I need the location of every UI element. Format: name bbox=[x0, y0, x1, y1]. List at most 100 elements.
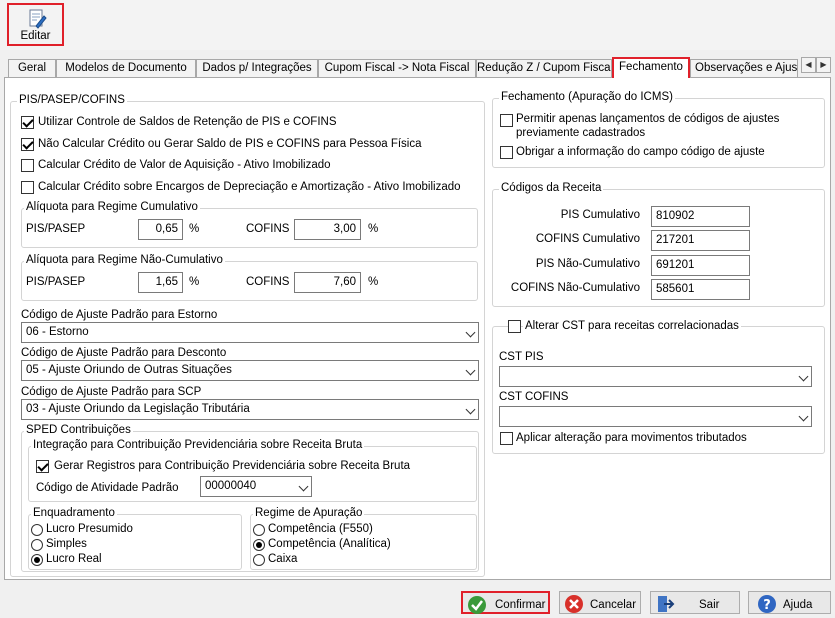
cst-pis-select[interactable] bbox=[499, 366, 812, 387]
lucro-presumido-radio[interactable] bbox=[31, 524, 43, 536]
tab-fechamento[interactable]: Fechamento bbox=[612, 57, 690, 78]
cancel-button[interactable]: Cancelar bbox=[559, 591, 641, 614]
ncum-pis-label: PIS/PASEP bbox=[26, 276, 86, 288]
cofins-nao-cumulativo-input[interactable]: 585601 bbox=[651, 279, 750, 300]
atividade-label: Código de Atividade Padrão bbox=[36, 482, 179, 494]
tab-geral[interactable]: Geral bbox=[8, 59, 56, 77]
tab-modelos-documento[interactable]: Modelos de Documento bbox=[56, 59, 196, 77]
aplicar-alteracao-label: Aplicar alteração para movimentos tribut… bbox=[516, 432, 747, 444]
fechamento-icms-title: Fechamento (Apuração do ICMS) bbox=[499, 91, 675, 103]
estorno-label: Código de Ajuste Padrão para Estorno bbox=[21, 309, 218, 321]
cst-cofins-select[interactable] bbox=[499, 406, 812, 427]
fechamento-panel: PIS/PASEP/COFINS Utilizar Controle de Sa… bbox=[4, 77, 831, 580]
competencia-f550-label: Competência (F550) bbox=[268, 523, 373, 535]
pis-cofins-title: PIS/PASEP/COFINS bbox=[17, 94, 127, 106]
estorno-select[interactable]: 06 - Estorno bbox=[21, 322, 479, 343]
alterar-cst-group: Alterar CST para receitas correlacionada… bbox=[492, 320, 825, 454]
exit-label: Sair bbox=[699, 599, 720, 611]
edit-label: Editar bbox=[20, 30, 51, 42]
enquadramento-title: Enquadramento bbox=[31, 507, 117, 519]
pis-nao-cumulativo-label: PIS Não-Cumulativo bbox=[535, 258, 640, 270]
edit-button[interactable]: Editar bbox=[7, 3, 64, 46]
ncum-cofins-label: COFINS bbox=[246, 276, 290, 288]
codigos-receita-group: Códigos da Receita PIS Cumulativo 810902… bbox=[492, 182, 825, 307]
tab-scroll: ◀ ▶ bbox=[801, 57, 831, 73]
regime-cumulativo-group: Alíquota para Regime Cumulativo PIS/PASE… bbox=[21, 201, 478, 248]
caixa-radio[interactable] bbox=[253, 554, 265, 566]
credito-aquisicao-checkbox[interactable] bbox=[21, 159, 34, 172]
lucro-real-radio[interactable] bbox=[31, 554, 43, 566]
gerar-registros-label: Gerar Registros para Contribuição Previd… bbox=[54, 460, 411, 472]
chevron-down-icon bbox=[465, 404, 476, 415]
tab-cupom-nota[interactable]: Cupom Fiscal -> Nota Fiscal bbox=[318, 59, 476, 77]
controle-saldos-label: Utilizar Controle de Saldos de Retenção … bbox=[38, 116, 337, 128]
competencia-analitica-label: Competência (Analítica) bbox=[268, 538, 391, 550]
ncum-pis-input[interactable]: 1,65 bbox=[138, 272, 183, 293]
credito-depreciacao-checkbox[interactable] bbox=[21, 181, 34, 194]
cst-pis-label: CST PIS bbox=[499, 351, 544, 363]
gerar-registros-checkbox[interactable] bbox=[36, 460, 49, 473]
desconto-select[interactable]: 05 - Ajuste Oriundo de Outras Situações bbox=[21, 360, 479, 381]
edit-icon bbox=[27, 9, 47, 32]
ncum-cofins-input[interactable]: 7,60 bbox=[294, 272, 361, 293]
confirm-button[interactable]: Confirmar bbox=[461, 591, 550, 614]
alterar-cst-checkbox[interactable] bbox=[508, 320, 521, 333]
competencia-analitica-radio[interactable] bbox=[253, 539, 265, 551]
codigos-receita-title: Códigos da Receita bbox=[499, 182, 604, 194]
check-icon bbox=[467, 595, 487, 618]
pis-nao-cumulativo-input[interactable]: 691201 bbox=[651, 255, 750, 276]
confirm-label: Confirmar bbox=[495, 599, 546, 611]
help-label: Ajuda bbox=[783, 599, 813, 611]
exit-button[interactable]: Sair bbox=[650, 591, 740, 614]
svg-text:?: ? bbox=[763, 598, 771, 613]
atividade-select[interactable]: 00000040 bbox=[200, 476, 312, 497]
pis-cumulativo-label: PIS Cumulativo bbox=[560, 209, 640, 221]
cofins-cumulativo-input[interactable]: 217201 bbox=[651, 230, 750, 251]
scp-label: Código de Ajuste Padrão para SCP bbox=[21, 386, 202, 398]
scp-value: 03 - Ajuste Oriundo da Legislação Tribut… bbox=[26, 403, 250, 415]
ncum-cofins-unit: % bbox=[368, 276, 379, 288]
credito-aquisicao-label: Calcular Crédito de Valor de Aquisição -… bbox=[38, 159, 331, 171]
cum-pis-unit: % bbox=[189, 223, 200, 235]
chevron-down-icon bbox=[798, 411, 809, 422]
atividade-value: 00000040 bbox=[205, 480, 257, 492]
cum-cofins-input[interactable]: 3,00 bbox=[294, 219, 361, 240]
chevron-down-icon bbox=[465, 327, 476, 338]
sped-title: SPED Contribuições bbox=[24, 424, 133, 436]
help-button[interactable]: ? Ajuda bbox=[748, 591, 831, 614]
chevron-down-icon bbox=[798, 371, 809, 382]
cum-cofins-unit: % bbox=[368, 223, 379, 235]
simples-radio[interactable] bbox=[31, 539, 43, 551]
permitir-lancamentos-checkbox[interactable] bbox=[500, 114, 513, 127]
tab-dados-integracoes[interactable]: Dados p/ Integrações bbox=[196, 59, 318, 77]
tab-reducao-z[interactable]: Redução Z / Cupom Fiscal bbox=[476, 59, 612, 77]
desconto-label: Código de Ajuste Padrão para Desconto bbox=[21, 347, 227, 359]
tab-observacoes[interactable]: Observações e Ajus bbox=[690, 59, 798, 77]
lucro-real-label: Lucro Real bbox=[46, 553, 102, 565]
nao-calcular-credito-checkbox[interactable] bbox=[21, 138, 34, 151]
controle-saldos-checkbox[interactable] bbox=[21, 116, 34, 129]
simples-label: Simples bbox=[46, 538, 87, 550]
obrigar-codigo-label: Obrigar a informação do campo código de … bbox=[516, 146, 765, 158]
cofins-nao-cumulativo-label: COFINS Não-Cumulativo bbox=[510, 282, 640, 294]
ncum-pis-unit: % bbox=[189, 276, 200, 288]
cofins-cumulativo-label: COFINS Cumulativo bbox=[535, 233, 640, 245]
caixa-label: Caixa bbox=[268, 553, 298, 565]
pis-cumulativo-input[interactable]: 810902 bbox=[651, 206, 750, 227]
obrigar-codigo-checkbox[interactable] bbox=[500, 146, 513, 159]
chevron-down-icon bbox=[298, 481, 309, 492]
regime-apuracao-title: Regime de Apuração bbox=[253, 507, 365, 519]
nao-calcular-credito-label: Não Calcular Crédito ou Gerar Saldo de P… bbox=[38, 138, 422, 150]
tab-right-icon[interactable]: ▶ bbox=[816, 57, 831, 73]
regime-apuracao-group: Regime de Apuração Competência (F550) Co… bbox=[250, 507, 477, 570]
regime-nao-cumulativo-group: Alíquota para Regime Não-Cumulativo PIS/… bbox=[21, 254, 478, 301]
cancel-label: Cancelar bbox=[590, 599, 637, 611]
tab-left-icon[interactable]: ◀ bbox=[801, 57, 816, 73]
scp-select[interactable]: 03 - Ajuste Oriundo da Legislação Tribut… bbox=[21, 399, 479, 420]
toolbar bbox=[0, 0, 835, 50]
lucro-presumido-label: Lucro Presumido bbox=[46, 523, 133, 535]
aplicar-alteracao-checkbox[interactable] bbox=[500, 432, 513, 445]
cum-pis-input[interactable]: 0,65 bbox=[138, 219, 183, 240]
chevron-down-icon bbox=[465, 365, 476, 376]
competencia-f550-radio[interactable] bbox=[253, 524, 265, 536]
